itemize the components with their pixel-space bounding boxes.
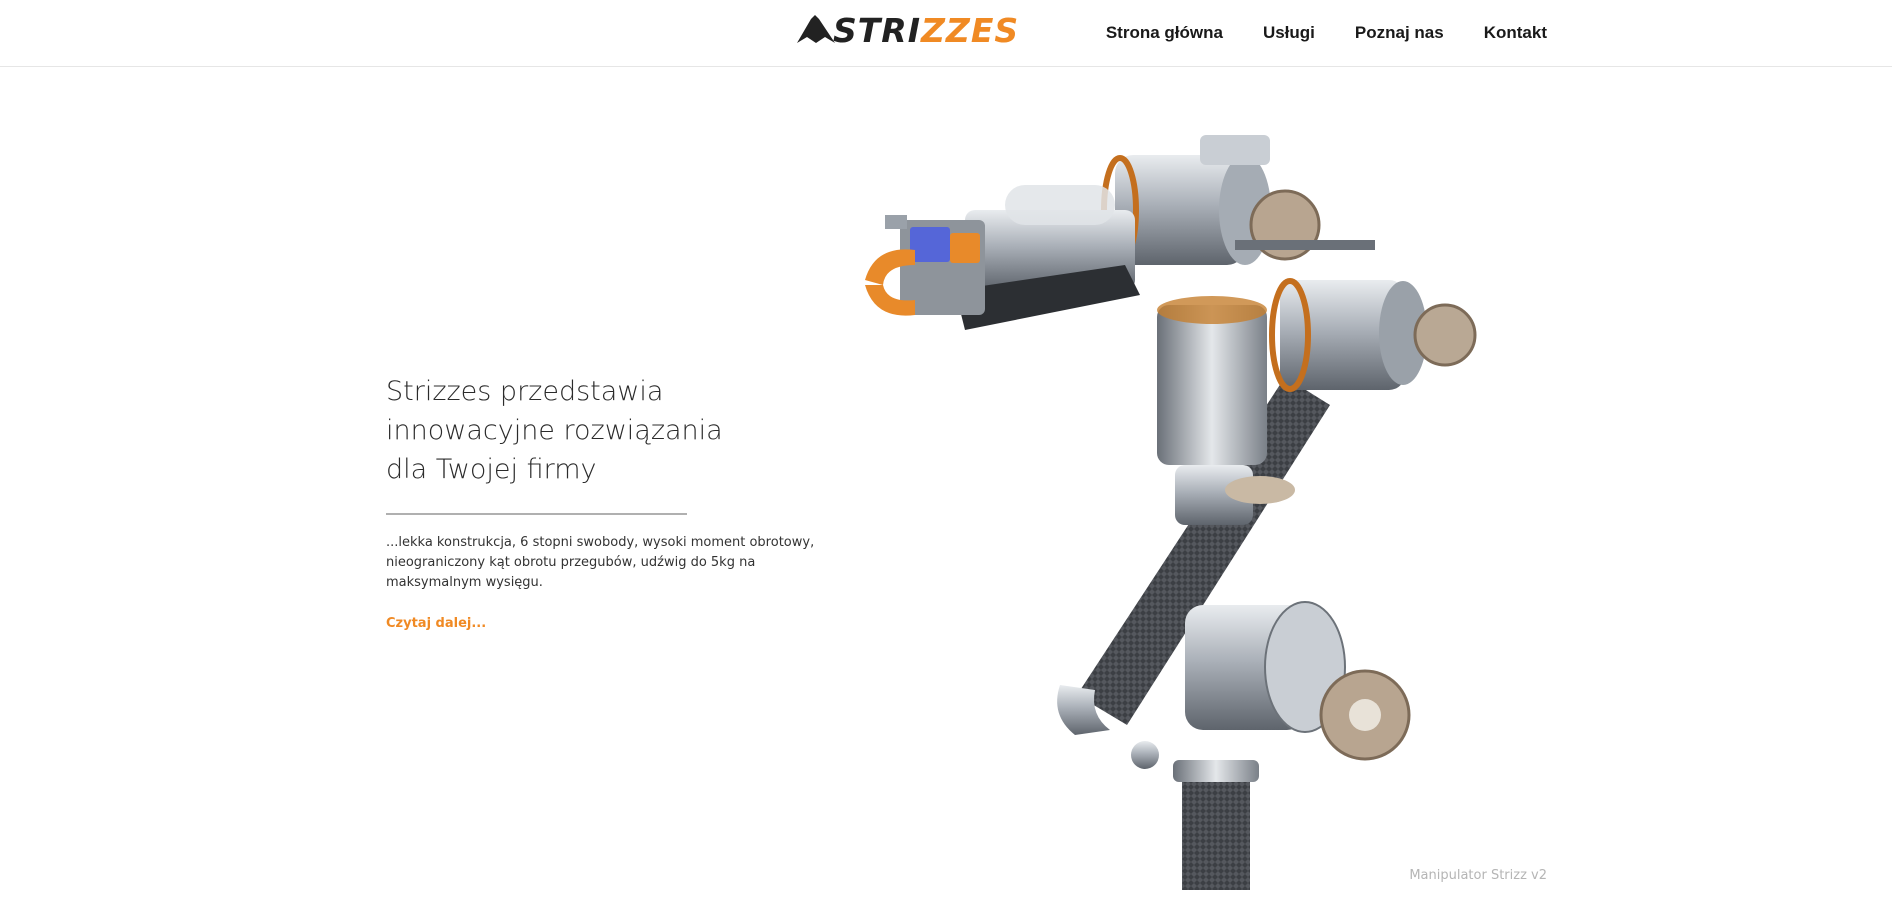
hero-title-line-1: Strizzes przedstawia xyxy=(386,376,664,407)
site-header: STRI ZZES Strona główna Usługi Poznaj nas… xyxy=(0,0,1892,67)
nav-item-home[interactable]: Strona główna xyxy=(1106,20,1223,46)
logo-text-part2: ZZES xyxy=(920,11,1020,50)
hero-title: Strizzes przedstawia innowacyjne rozwiąz… xyxy=(386,372,846,489)
nav-item-services[interactable]: Usługi xyxy=(1263,20,1315,46)
logo-text-part1: STRI xyxy=(833,11,921,50)
nav-item-about[interactable]: Poznaj nas xyxy=(1355,20,1444,46)
hero-description: ...lekka konstrukcja, 6 stopni swobody, … xyxy=(386,535,815,590)
robot-arm-illustration xyxy=(865,135,1477,890)
main-nav: Strona główna Usługi Poznaj nas Kontakt xyxy=(1106,20,1547,46)
nav-item-contact[interactable]: Kontakt xyxy=(1484,20,1547,46)
hero-title-line-3: dla Twojej firmy xyxy=(386,454,597,485)
hero-section: Strizzes przedstawia innowacyjne rozwiąz… xyxy=(386,372,846,631)
hero-divider xyxy=(386,513,687,515)
logo-text: STRI ZZES xyxy=(833,13,1019,49)
hero-title-line-2: innowacyjne rozwiązania xyxy=(386,415,723,446)
read-more-link[interactable]: Czytaj dalej... xyxy=(386,616,486,631)
logo[interactable]: STRI ZZES xyxy=(793,13,1019,49)
image-caption: Manipulator Strizz v2 xyxy=(1409,868,1547,883)
